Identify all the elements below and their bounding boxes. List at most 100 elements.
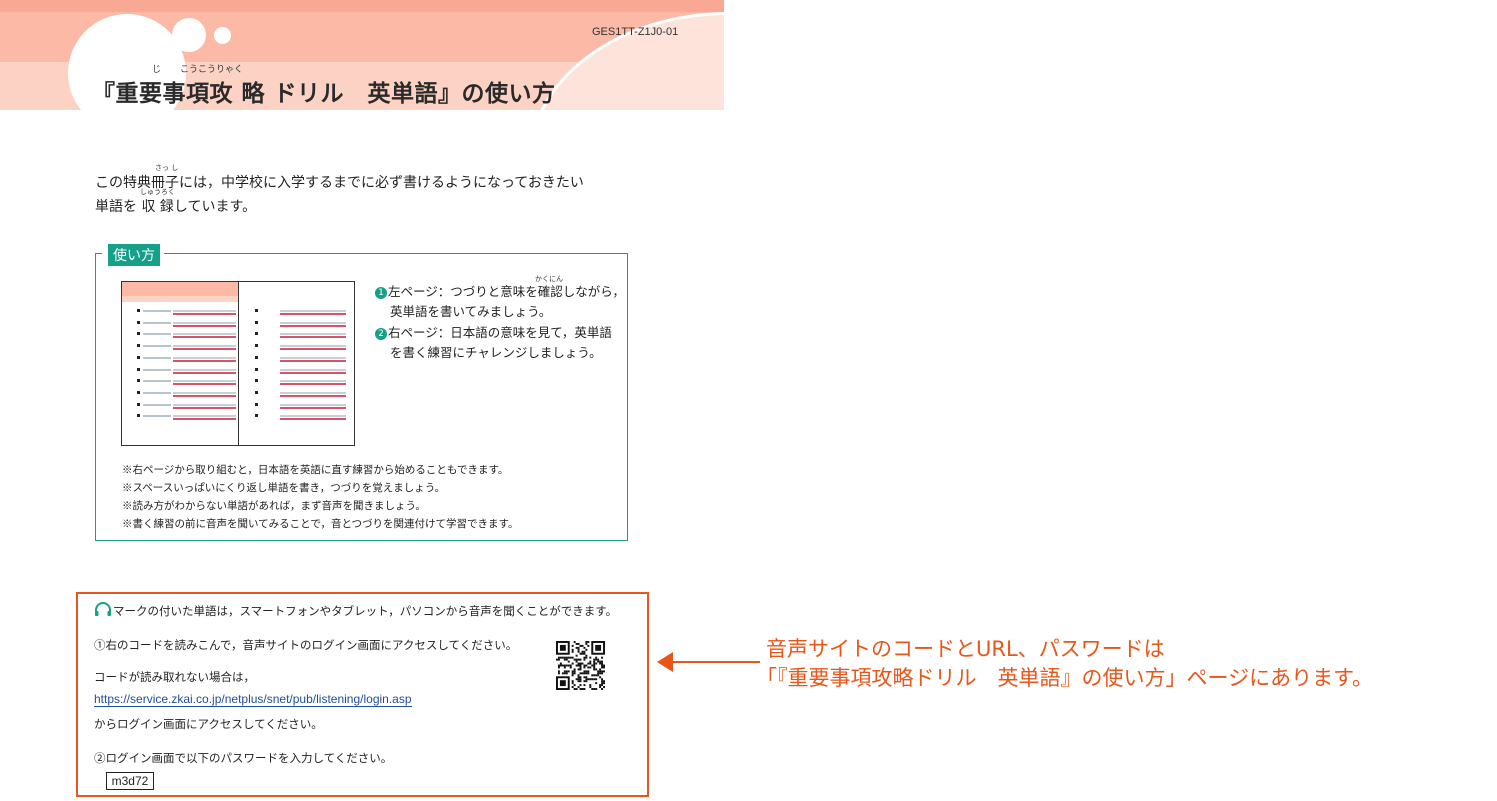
illustration-row-marker [255, 355, 258, 359]
usage-step-1-text: 左ページ：つづりと意味を確認しながら， [388, 284, 625, 299]
decorative-circle-medium [172, 18, 206, 52]
illustration-write-line [280, 380, 346, 383]
listening-login-link[interactable]: https://service.zkai.co.jp/netplus/snet/… [94, 692, 412, 707]
audio-fallback-text: コードが読み取れない場合は， [94, 670, 255, 684]
illustration-write-line [173, 415, 236, 418]
illustration-row-marker [255, 390, 258, 394]
illustration-word-line [143, 310, 171, 312]
step-1-number: 1 [375, 287, 387, 299]
illustration-write-line [173, 333, 236, 336]
header-band [0, 0, 724, 12]
illustration-write-line-red [280, 313, 346, 315]
illustration-word-line [143, 380, 171, 383]
illustration-write-line-red [280, 371, 346, 374]
document-code: GES1TT-Z1J0-01 [592, 26, 679, 38]
illustration-row-marker [137, 332, 140, 336]
illustration-write-line [173, 356, 236, 359]
illustration-write-line [173, 321, 236, 324]
illustration-row-marker [137, 367, 140, 371]
illustration-row-marker [255, 344, 258, 348]
illustration-row-marker [137, 402, 140, 406]
illustration-write-line [280, 368, 346, 371]
usage-step-2-text: 右ページ：日本語の意味を見て，英単語 [388, 325, 612, 340]
illustration-write-line [280, 415, 346, 418]
illustration-write-line-red [173, 359, 236, 362]
illustration-row-marker [255, 414, 258, 418]
illustration-write-line [173, 310, 236, 312]
illustration-row-marker [255, 332, 258, 336]
intro-line-2: 単語を 収 録しています。 [95, 199, 257, 215]
illustration-word-line [143, 403, 171, 406]
illustration-row-marker [137, 320, 140, 324]
illustration-write-line [173, 391, 236, 394]
illustration-write-line [280, 356, 346, 359]
usage-note: ※右ページから取り組むと，日本語を英語に直す練習から始めることもできます。 [122, 464, 509, 476]
audio-url-after-text: からログイン画面にアクセスしてください。 [94, 717, 323, 731]
usage-step-2: 2 右ページ：日本語の意味を見て，英単語 [375, 322, 612, 341]
illustration-write-line-red [173, 336, 236, 339]
usage-note: ※スペースいっぱいにくり返し単語を書き，つづりを覚えましょう。 [122, 482, 446, 494]
illustration-lines [122, 282, 354, 445]
illustration-row-marker [137, 390, 140, 394]
usage-step-1: 1 左ページ：つづりと意味を確認しながら， [375, 281, 625, 300]
illustration-write-line-red [280, 406, 346, 409]
illustration-write-line-red [173, 371, 236, 374]
page-title: 『重要事項攻 略 ドリル 英単語』の使い方 [92, 81, 556, 107]
illustration-write-line-red [173, 406, 236, 409]
illustration-write-line [280, 333, 346, 336]
arrow-shaft [670, 661, 760, 663]
illustration-write-line [280, 391, 346, 394]
illustration-write-line [173, 403, 236, 406]
illustration-write-line-red [173, 348, 236, 351]
illustration-word-line [143, 368, 171, 371]
usage-step-1-cont: 英単語を書いてみましょう。 [390, 304, 552, 319]
illustration-row-marker [137, 379, 140, 383]
password-box: m3d72 [106, 772, 154, 790]
audio-step-2: ②ログイン画面で以下のパスワードを入力してください。 [94, 751, 393, 765]
illustration-row-marker [255, 379, 258, 383]
illustration-write-line [173, 380, 236, 383]
illustration-word-line [143, 391, 171, 394]
illustration-write-line-red [280, 418, 346, 421]
illustration-write-line [173, 345, 236, 348]
illustration-write-line-red [280, 336, 346, 339]
usage-note: ※書く練習の前に音声を聞いてみることで，音とつづりを関連付けて学習できます。 [122, 518, 519, 530]
illustration-write-line [173, 368, 236, 371]
decorative-circle-small [214, 27, 231, 44]
usage-label: 使い方 [108, 244, 160, 266]
illustration-row-marker [255, 309, 258, 312]
usage-step-2-cont: を書く練習にチャレンジしましょう。 [390, 345, 602, 360]
illustration-word-line [143, 356, 171, 359]
illustration-write-line [280, 345, 346, 348]
illustration-row-marker [137, 355, 140, 359]
callout-line-2: 「『重要事項攻略ドリル 英単語』の使い方」ページにあります。 [756, 666, 1373, 690]
illustration-word-line [143, 321, 171, 324]
illustration-word-line [143, 415, 171, 418]
audio-step-1: ①右のコードを読みこんで，音声サイトのログイン画面にアクセスしてください。 [94, 638, 518, 652]
illustration-write-line-red [280, 324, 346, 327]
qr-code-icon[interactable] [556, 641, 605, 690]
illustration-row-marker [137, 344, 140, 348]
illustration-write-line-red [280, 383, 346, 386]
audio-intro-text: マークの付いた単語は，スマートフォンやタブレット，パソコンから音声を聞くことがで… [113, 604, 618, 618]
illustration-write-line-red [280, 394, 346, 397]
illustration-word-line [143, 345, 171, 348]
step-2-number: 2 [375, 328, 387, 340]
illustration-write-line-red [173, 394, 236, 397]
illustration-write-line-red [173, 418, 236, 421]
illustration-write-line-red [173, 324, 236, 327]
callout-line-1: 音声サイトのコードとURL、パスワードは [766, 637, 1165, 661]
illustration-row-marker [137, 414, 140, 418]
illustration-write-line-red [173, 313, 236, 315]
illustration-row-marker [255, 402, 258, 406]
drill-page-illustration [121, 281, 355, 446]
illustration-write-line [280, 403, 346, 406]
illustration-row-marker [255, 367, 258, 371]
usage-note: ※読み方がわからない単語があれば，まず音声を聞きましょう。 [122, 500, 426, 512]
illustration-write-line-red [280, 348, 346, 351]
illustration-word-line [143, 333, 171, 336]
illustration-write-line-red [280, 359, 346, 362]
illustration-row-marker [255, 320, 258, 324]
illustration-write-line [280, 310, 346, 312]
illustration-row-marker [137, 309, 140, 312]
